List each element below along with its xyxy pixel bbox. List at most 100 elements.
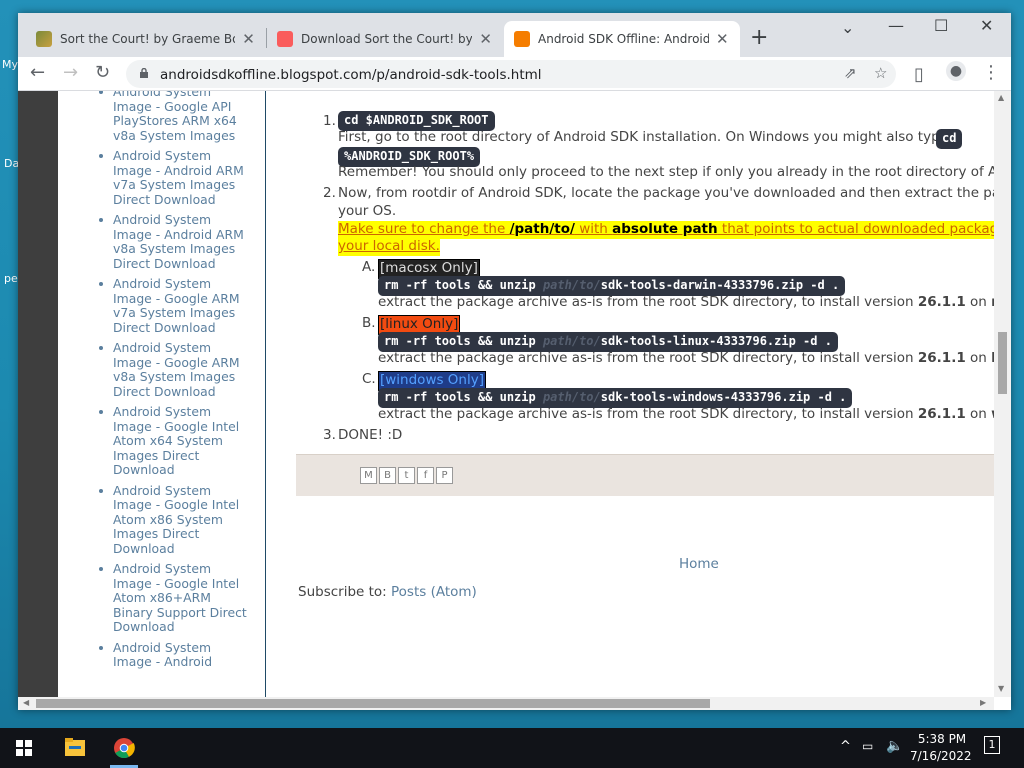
command-text: sdk-tools-darwin-4333796.zip -d .: [600, 278, 840, 292]
clock-date[interactable]: 7/16/2022: [910, 749, 972, 763]
vertical-scrollbar[interactable]: ▲ ▼: [994, 91, 1011, 697]
tab-download-sort-the-court[interactable]: Download Sort the Court! by Graeme Borla…: [267, 21, 503, 57]
atom-feed-link[interactable]: Posts (Atom): [391, 584, 477, 600]
network-icon[interactable]: ▭: [862, 739, 873, 753]
sidebar-link[interactable]: Android System Image - Google ARM v8a Sy…: [99, 340, 253, 399]
file-explorer-icon[interactable]: [64, 737, 86, 757]
highlight-bold: /path/to/: [509, 221, 575, 237]
close-tab-icon[interactable]: ✕: [715, 30, 731, 48]
twitter-share-icon[interactable]: t: [398, 467, 415, 484]
step-text: your OS.: [338, 203, 397, 219]
profile-avatar-icon[interactable]: ●: [946, 61, 966, 81]
sub-step-desc: extract the package archive as-is from t…: [378, 406, 994, 424]
unzip-command: rm -rf tools && unzip path/to/sdk-tools-…: [378, 332, 838, 352]
bookmark-star-icon[interactable]: ☆: [874, 64, 887, 82]
sub-step-letter: B.: [362, 315, 376, 331]
horizontal-scrollbar[interactable]: ◀ ▶: [18, 697, 994, 710]
version-number: 26.1.1: [917, 294, 966, 310]
notification-center-icon[interactable]: 1: [984, 736, 1000, 754]
lock-icon[interactable]: [139, 68, 149, 78]
minimize-icon[interactable]: —: [888, 16, 904, 35]
address-bar[interactable]: androidsdkoffline.blogspot.com/p/android…: [126, 60, 896, 88]
highlight-text: Make sure to change the: [338, 221, 510, 237]
sidebar-link[interactable]: Android System Image - Android: [99, 640, 253, 670]
command-text: sdk-tools-windows-4333796.zip -d .: [600, 390, 847, 404]
vertical-scroll-thumb[interactable]: [998, 332, 1007, 394]
tab-android-sdk-offline[interactable]: Android SDK Offline: Android SDK Tools ✕: [504, 21, 740, 57]
highlight-bold: absolute path: [612, 221, 718, 237]
volume-icon[interactable]: 🔈: [886, 738, 903, 754]
taskbar: ^ ▭ 🔈 5:38 PM 7/16/2022 1: [0, 728, 1024, 768]
blogger-favicon-icon: [514, 31, 530, 47]
sidebar-link[interactable]: Android System Image - Google Intel Atom…: [99, 404, 253, 478]
highlight-note: Make sure to change the /path/to/ with a…: [338, 221, 994, 239]
desktop-icon-label[interactable]: My: [2, 58, 18, 71]
sub-step-letter: C.: [362, 371, 376, 387]
sidebar-link[interactable]: Android System Image - Android ARM v7a S…: [99, 148, 253, 207]
scroll-right-icon[interactable]: ▶: [980, 698, 986, 707]
show-hidden-icons-chevron-icon[interactable]: ^: [840, 739, 851, 754]
command-text: rm -rf tools && unzip: [384, 278, 543, 292]
scroll-left-icon[interactable]: ◀: [23, 698, 29, 707]
command-text: rm -rf tools && unzip: [384, 334, 543, 348]
tab-strip: Sort the Court! by Graeme Borland ✕ Down…: [18, 13, 1011, 57]
scroll-down-icon[interactable]: ▼: [998, 684, 1004, 693]
command-text: rm -rf tools && unzip: [384, 390, 543, 404]
sidebar-link[interactable]: Android System Image - Android ARM v8a S…: [99, 212, 253, 271]
desc-text: extract the package archive as-is from t…: [378, 294, 918, 310]
desktop-icon-label[interactable]: Da: [4, 157, 19, 170]
url-text[interactable]: androidsdkoffline.blogspot.com/p/android…: [160, 67, 542, 83]
forward-icon[interactable]: →: [63, 62, 78, 83]
step-number: 3.: [323, 427, 336, 443]
desktop-icon-label[interactable]: pe: [4, 272, 18, 285]
tab-search-chevron-icon[interactable]: ⌄: [841, 18, 854, 37]
new-tab-icon[interactable]: +: [750, 25, 768, 50]
subscribe-label: Subscribe to:: [298, 584, 392, 600]
step-text: Now, from rootdir of Android SDK, locate…: [338, 185, 994, 201]
sidebar-link[interactable]: Android System Image - Google Intel Atom…: [99, 483, 253, 557]
command-path: path/to/: [542, 334, 601, 348]
itch-favicon-icon: [36, 31, 52, 47]
itch-favicon-icon: [277, 31, 293, 47]
scroll-up-icon[interactable]: ▲: [998, 93, 1004, 102]
step-text: First, go to the root directory of Andro…: [338, 129, 948, 145]
sidebar: Android System Image - Google API PlaySt…: [58, 91, 266, 697]
windows-start-icon[interactable]: [16, 740, 32, 756]
desc-text: extract the package archive as-is from t…: [378, 406, 918, 422]
email-share-icon[interactable]: M: [360, 467, 377, 484]
post-body: 1. cd $ANDROID_SDK_ROOT First, go to the…: [268, 91, 994, 697]
code-snippet: cd: [936, 129, 963, 149]
reload-icon[interactable]: ↻: [95, 62, 110, 83]
sidebar-link-list: Android System Image - Google API PlaySt…: [99, 91, 253, 676]
desc-text: extract the package archive as-is from t…: [378, 350, 918, 366]
close-tab-icon[interactable]: ✕: [478, 30, 493, 48]
command-path: path/to/: [542, 390, 601, 404]
pinterest-share-icon[interactable]: P: [436, 467, 453, 484]
highlight-text: with: [574, 221, 613, 237]
maximize-icon[interactable]: ☐: [934, 16, 948, 35]
close-tab-icon[interactable]: ✕: [241, 30, 256, 48]
share-icon[interactable]: ⇗: [844, 64, 857, 82]
sub-step-letter: A.: [362, 259, 376, 275]
sidebar-link[interactable]: Android System Image - Google Intel Atom…: [99, 561, 253, 635]
sub-step-desc: extract the package archive as-is from t…: [378, 294, 994, 312]
step-number: 1.: [323, 113, 336, 129]
close-window-icon[interactable]: ✕: [980, 16, 993, 35]
tab-sort-the-court[interactable]: Sort the Court! by Graeme Borland ✕: [26, 21, 266, 57]
sidebar-link[interactable]: Android System Image - Google ARM v7a Sy…: [99, 276, 253, 335]
horizontal-scroll-thumb[interactable]: [36, 699, 710, 708]
home-link[interactable]: Home: [679, 556, 719, 574]
tab-title: Sort the Court! by Graeme Borland: [60, 32, 235, 46]
browser-window: Sort the Court! by Graeme Borland ✕ Down…: [18, 13, 1011, 710]
facebook-share-icon[interactable]: f: [417, 467, 434, 484]
chrome-taskbar-icon[interactable]: [113, 737, 135, 759]
clock-time[interactable]: 5:38 PM: [914, 732, 970, 746]
blog-this-icon[interactable]: B: [379, 467, 396, 484]
tab-title: Android SDK Offline: Android SDK Tools: [538, 32, 709, 46]
highlight-note: your local disk.: [338, 238, 440, 256]
side-panel-icon[interactable]: ▯: [914, 64, 924, 85]
step-text: Remember! You should only proceed to the…: [338, 164, 994, 180]
back-icon[interactable]: ←: [30, 62, 45, 83]
sidebar-link[interactable]: Android System Image - Google API PlaySt…: [99, 91, 253, 143]
menu-kebab-icon[interactable]: ⋮: [982, 62, 1000, 83]
